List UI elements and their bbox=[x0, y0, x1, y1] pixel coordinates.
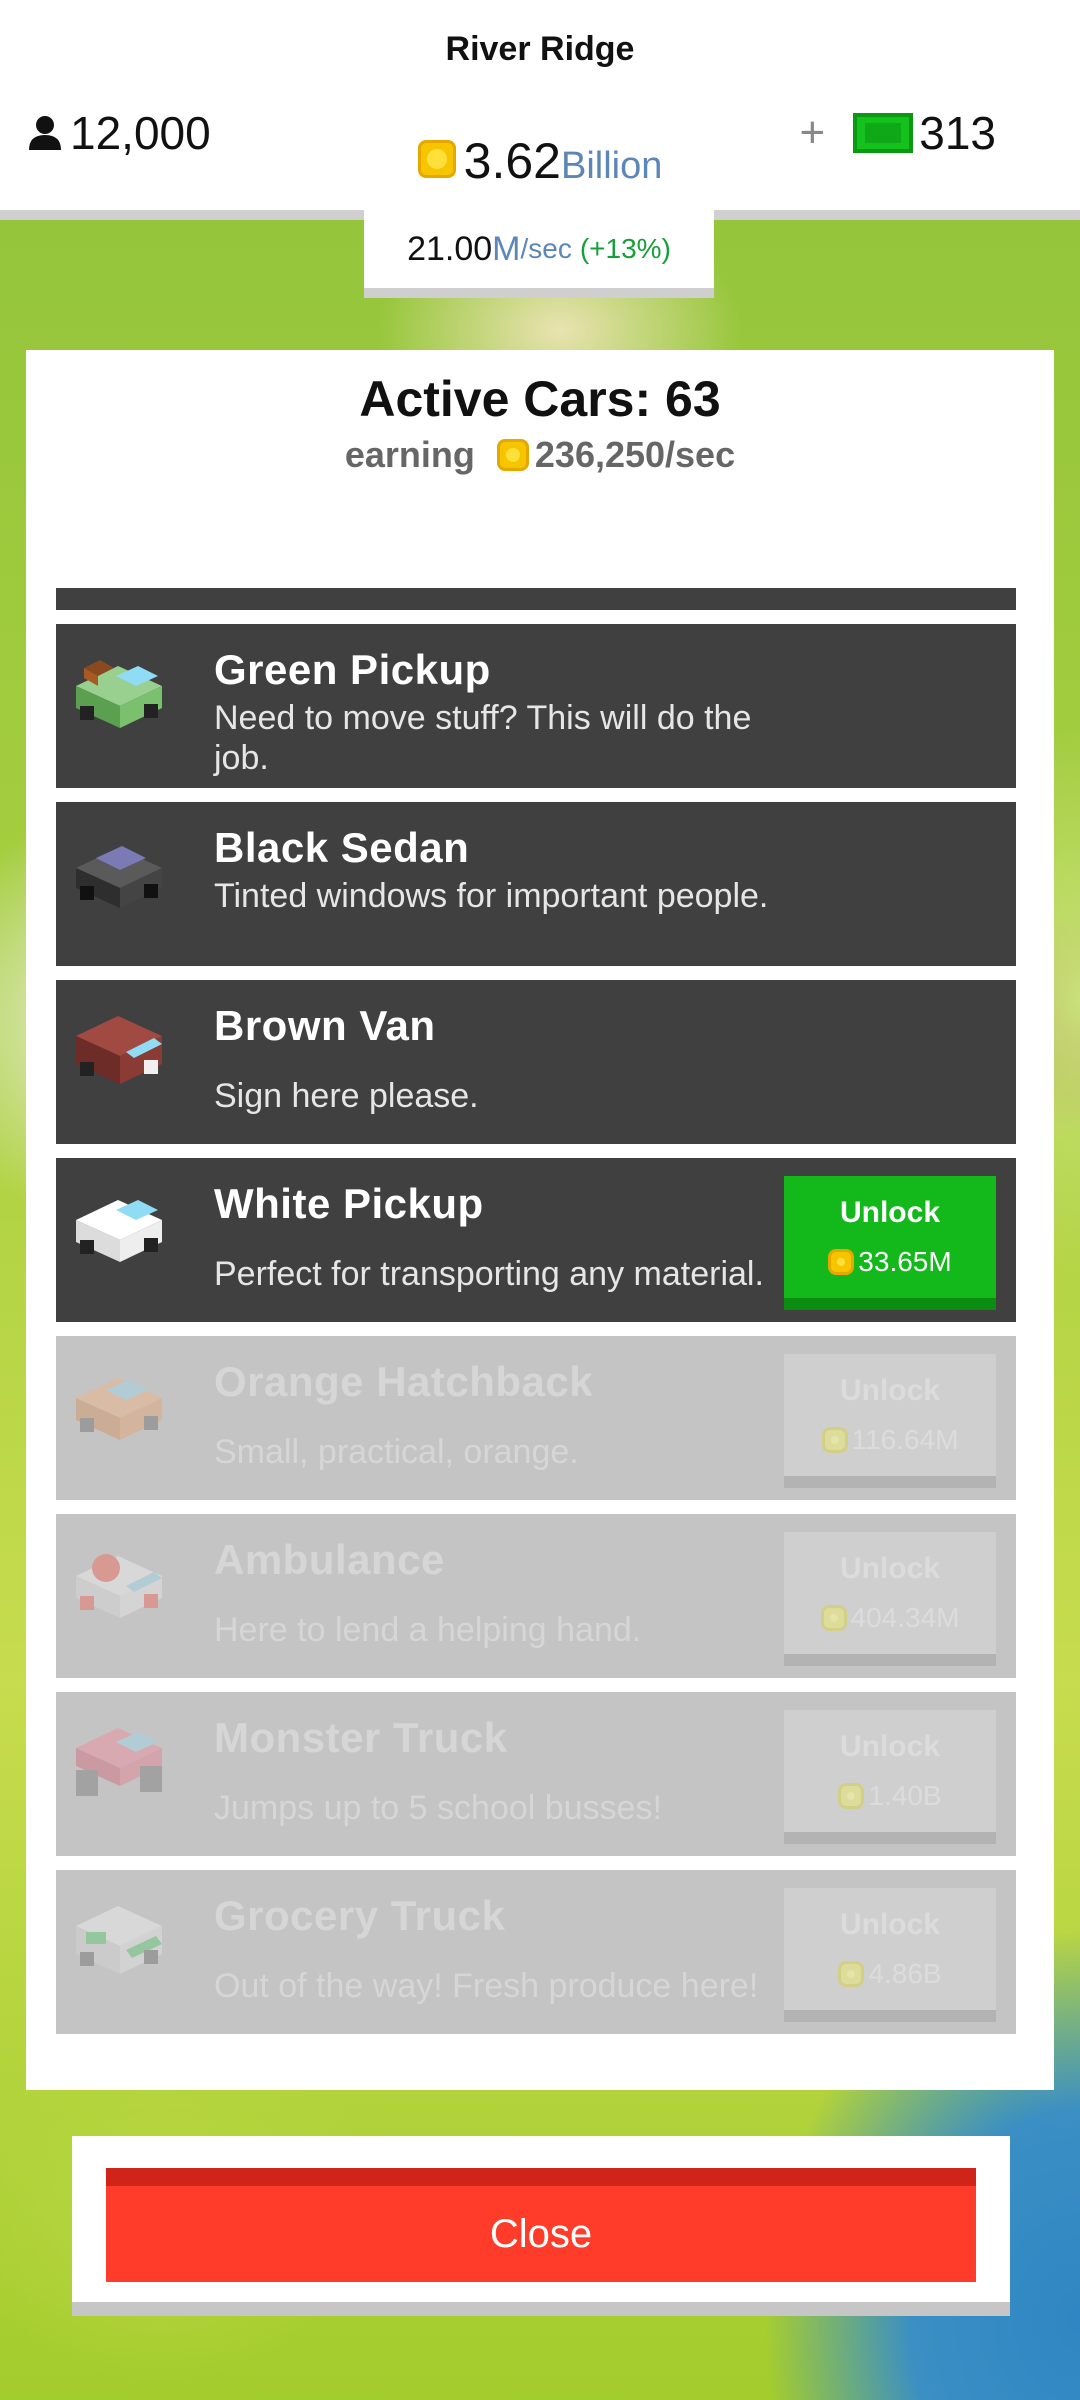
panel-title: Active Cars: 63 bbox=[359, 371, 721, 427]
unlock-label: Unlock bbox=[839, 1908, 941, 1941]
unlock-button-orange-hatchback[interactable]: Unlock 116.64M bbox=[784, 1354, 996, 1488]
car-name: Grocery Truck bbox=[214, 1892, 506, 1939]
car-row-brown-van: Brown Van Sign here please. bbox=[56, 980, 1016, 1144]
car-description: Need to move stuff? This will do the job… bbox=[214, 699, 752, 777]
earning-label: earning bbox=[344, 434, 475, 475]
city-name: River Ridge bbox=[445, 30, 635, 68]
rate-percent: (+13%) bbox=[579, 233, 671, 264]
income-rate: 21.00 M /sec (+13%) bbox=[364, 210, 714, 298]
orange-hatchback-icon bbox=[76, 1378, 162, 1440]
rate-per: /sec bbox=[520, 233, 572, 264]
monster-truck-icon bbox=[76, 1728, 162, 1796]
earning-value: 236,250/sec bbox=[534, 434, 736, 475]
car-description: Sign here please. bbox=[214, 1077, 479, 1115]
rate-value: 21.00 bbox=[407, 229, 493, 268]
brown-van-icon bbox=[76, 1016, 162, 1084]
coins-value: 3.62 bbox=[463, 133, 561, 189]
unlock-label: Unlock bbox=[839, 1730, 941, 1763]
cash-bill-icon bbox=[853, 113, 914, 153]
black-sedan-icon bbox=[76, 846, 162, 908]
cars-panel: Active Cars: 63 earning 236,250/sec Gree… bbox=[26, 350, 1054, 2090]
unlock-button-white-pickup[interactable]: Unlock 33.65M bbox=[784, 1176, 996, 1310]
unlock-price: 1.40B bbox=[838, 1780, 942, 1812]
unlock-button-monster-truck[interactable]: Unlock 1.40B bbox=[784, 1710, 996, 1844]
car-name: Black Sedan bbox=[214, 824, 470, 871]
close-bar: Close bbox=[72, 2136, 1010, 2316]
car-row-monster-truck: Monster Truck Jumps up to 5 school busse… bbox=[56, 1692, 1016, 1856]
coin-icon bbox=[821, 1427, 848, 1453]
unlock-label: Unlock bbox=[839, 1552, 941, 1585]
unlock-price: 33.65M bbox=[828, 1246, 952, 1278]
car-name: Green Pickup bbox=[214, 646, 491, 693]
unlock-price-value: 1.40B bbox=[868, 1780, 942, 1811]
list-top-bar bbox=[56, 588, 1016, 610]
earning-line: earning 236,250/sec bbox=[26, 434, 1054, 476]
unlock-price-value: 4.86B bbox=[868, 1958, 942, 1989]
coin-icon bbox=[496, 439, 529, 471]
car-row-ambulance: Ambulance Here to lend a helping hand. U… bbox=[56, 1514, 1016, 1678]
unlock-price: 4.86B bbox=[838, 1958, 942, 1990]
coin-icon bbox=[838, 1783, 865, 1809]
add-cash-icon[interactable]: + bbox=[800, 108, 826, 158]
coin-icon bbox=[828, 1249, 855, 1275]
close-button[interactable]: Close bbox=[106, 2168, 976, 2282]
unlock-price-value: 404.34M bbox=[850, 1602, 960, 1633]
car-description: Jumps up to 5 school busses! bbox=[214, 1789, 662, 1827]
car-row-orange-hatchback: Orange Hatchback Small, practical, orang… bbox=[56, 1336, 1016, 1500]
car-description: Tinted windows for important people. bbox=[214, 877, 769, 915]
unlock-price: 116.64M bbox=[821, 1424, 959, 1456]
car-row-green-pickup: Green Pickup Need to move stuff? This wi… bbox=[56, 624, 1016, 788]
car-row-black-sedan: Black Sedan Tinted windows for important… bbox=[56, 802, 1016, 966]
cash-value: 313 bbox=[919, 107, 996, 159]
unlock-label: Unlock bbox=[839, 1196, 941, 1229]
cash-counter[interactable]: + 313 bbox=[800, 106, 996, 160]
car-description: Small, practical, orange. bbox=[214, 1433, 579, 1471]
car-name: Ambulance bbox=[214, 1536, 445, 1583]
car-name: Brown Van bbox=[214, 1002, 436, 1049]
car-description: Perfect for transporting any material. bbox=[214, 1255, 764, 1293]
coins-unit: Billion bbox=[560, 145, 663, 187]
top-bar: River Ridge 12,000 3.62 Billion + 313 bbox=[0, 0, 1080, 220]
white-pickup-icon bbox=[76, 1200, 162, 1262]
car-name: Monster Truck bbox=[214, 1714, 508, 1761]
unlock-button-ambulance[interactable]: Unlock 404.34M bbox=[784, 1532, 996, 1666]
unlock-price: 404.34M bbox=[820, 1602, 960, 1634]
grocery-truck-icon bbox=[76, 1906, 162, 1974]
car-description: Out of the way! Fresh produce here! bbox=[214, 1967, 759, 2005]
car-name: Orange Hatchback bbox=[214, 1358, 594, 1405]
coin-icon bbox=[417, 140, 456, 178]
car-row-grocery-truck: Grocery Truck Out of the way! Fresh prod… bbox=[56, 1870, 1016, 2034]
coin-icon bbox=[838, 1961, 865, 1987]
car-row-white-pickup: White Pickup Perfect for transporting an… bbox=[56, 1158, 1016, 1322]
unlock-price-value: 33.65M bbox=[858, 1246, 952, 1277]
unlock-label: Unlock bbox=[839, 1374, 941, 1407]
coin-icon bbox=[820, 1605, 847, 1631]
car-list: Green Pickup Need to move stuff? This wi… bbox=[56, 624, 1016, 2048]
ambulance-icon bbox=[76, 1554, 162, 1618]
rate-unit: M bbox=[492, 229, 521, 268]
green-pickup-icon bbox=[76, 660, 162, 728]
unlock-price-value: 116.64M bbox=[851, 1424, 959, 1455]
car-description: Here to lend a helping hand. bbox=[214, 1611, 642, 1649]
unlock-button-grocery-truck[interactable]: Unlock 4.86B bbox=[784, 1888, 996, 2022]
car-name: White Pickup bbox=[214, 1180, 484, 1227]
